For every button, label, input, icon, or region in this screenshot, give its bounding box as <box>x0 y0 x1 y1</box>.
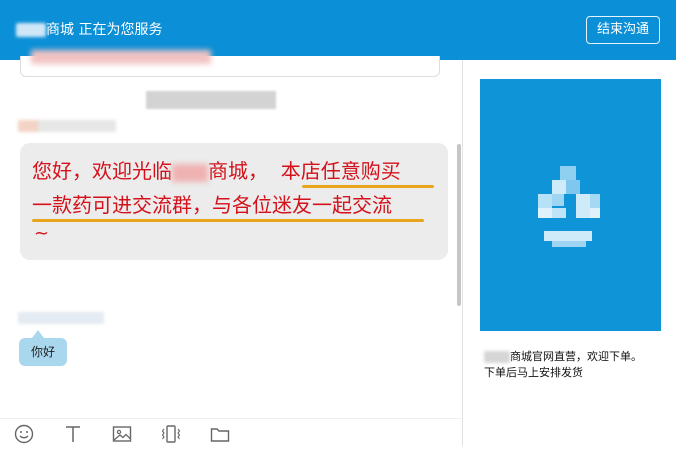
timestamp-blur <box>146 91 276 109</box>
promo-line-1: 商城官网直营，欢迎下单。 <box>484 349 642 365</box>
store-name-blur <box>16 23 46 37</box>
panel-divider <box>462 60 463 446</box>
end-chat-button[interactable]: 结束沟通 <box>586 16 660 44</box>
chat-scrollbar[interactable] <box>457 144 461 306</box>
emoji-icon[interactable] <box>12 422 36 446</box>
message-line-2: 一款药可进交流群，与各位迷友一起交流 <box>32 193 392 217</box>
reply-bubble-tail <box>32 330 44 338</box>
store-name-blur <box>484 351 510 363</box>
underline-1 <box>302 185 434 188</box>
store-name-blur <box>172 163 208 182</box>
qr-code-pixelated <box>538 166 600 247</box>
vibrate-icon[interactable] <box>159 422 183 446</box>
user-reply-bubble: 你好 <box>19 338 67 366</box>
underline-2 <box>32 219 424 222</box>
previous-card <box>20 50 440 77</box>
folder-icon[interactable] <box>208 422 232 446</box>
chat-panel: 您好，欢迎光临 商城， 本店任意购买 一款药可进交流群，与各位迷友一起交流 ~ 你… <box>0 50 462 446</box>
agent-name-blur <box>18 120 116 132</box>
promo-text: 商城官网直营，欢迎下单。 下单后马上安排发货 <box>484 349 642 381</box>
user-name-blur <box>18 312 104 324</box>
text-format-icon[interactable] <box>61 422 85 446</box>
message-line-1: 您好，欢迎光临 商城， 本店任意购买 <box>32 159 401 183</box>
toolbar-divider <box>0 418 462 419</box>
message-line-3: ~ <box>34 223 50 244</box>
agent-message-bubble: 您好，欢迎光临 商城， 本店任意购买 一款药可进交流群，与各位迷友一起交流 ~ <box>20 143 448 260</box>
header-title: 商城 正在为您服务 <box>16 19 162 39</box>
promo-qr-image <box>480 79 661 331</box>
previous-card-blur <box>31 50 211 64</box>
image-icon[interactable] <box>110 422 134 446</box>
promo-line-2: 下单后马上安排发货 <box>484 366 583 379</box>
